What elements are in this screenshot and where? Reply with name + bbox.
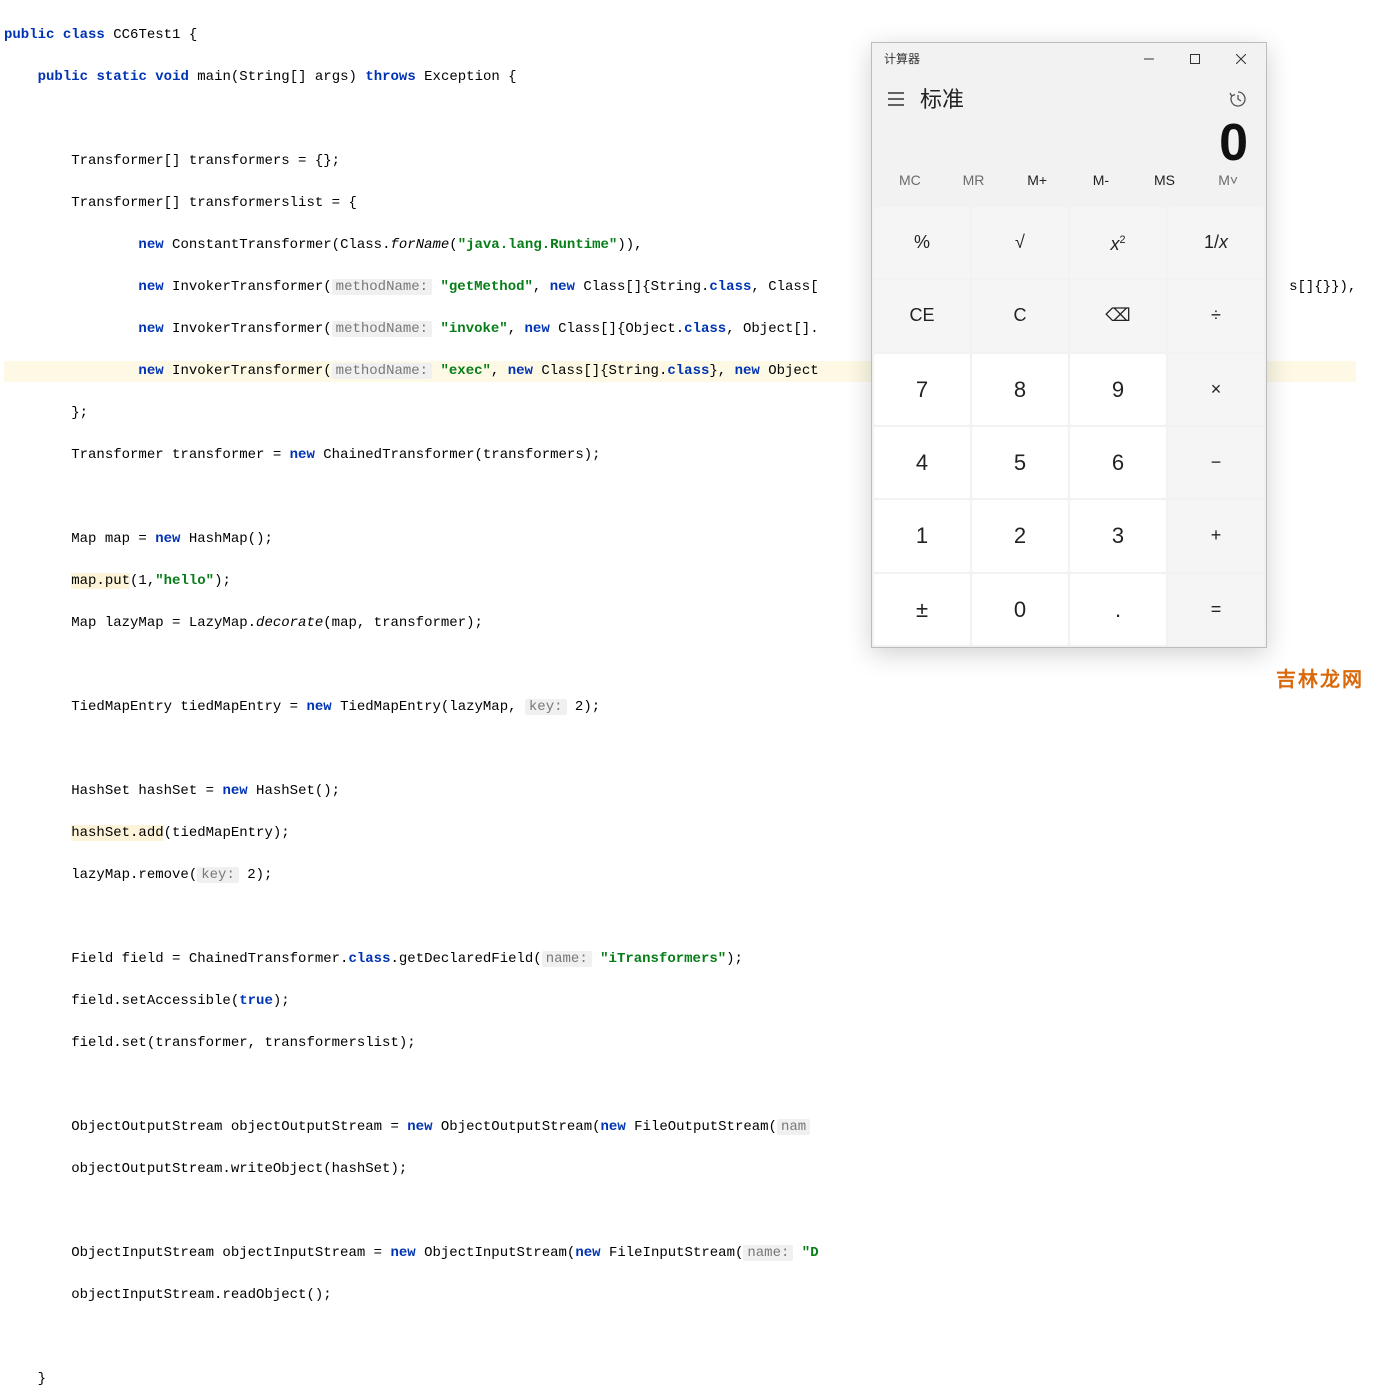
key-1[interactable]: 1 — [874, 500, 970, 571]
key-decimal[interactable]: . — [1070, 574, 1166, 645]
window-title: 计算器 — [884, 49, 1126, 70]
key-negate[interactable]: ± — [874, 574, 970, 645]
history-icon[interactable] — [1218, 79, 1258, 119]
key-subtract[interactable]: − — [1168, 427, 1264, 498]
calculator-window: 计算器 标准 0 MC MR M+ M- MS M˅ % √ x2 1/x CE… — [871, 42, 1267, 648]
maximize-button[interactable] — [1172, 43, 1218, 75]
mem-mdown: M˅ — [1196, 164, 1260, 197]
key-8[interactable]: 8 — [972, 354, 1068, 425]
watermark: 吉林龙网 — [1276, 670, 1364, 691]
key-2[interactable]: 2 — [972, 500, 1068, 571]
key-ce[interactable]: CE — [874, 280, 970, 351]
key-percent[interactable]: % — [874, 207, 970, 278]
key-c[interactable]: C — [972, 280, 1068, 351]
mem-ms[interactable]: MS — [1133, 164, 1197, 197]
mem-mminus[interactable]: M- — [1069, 164, 1133, 197]
param-hint: key: — [525, 699, 567, 715]
mem-mc: MC — [878, 164, 942, 197]
class-name: CC6Test1 — [113, 27, 180, 43]
display: 0 — [872, 123, 1266, 162]
key-4[interactable]: 4 — [874, 427, 970, 498]
key-7[interactable]: 7 — [874, 354, 970, 425]
key-5[interactable]: 5 — [972, 427, 1068, 498]
menu-icon[interactable] — [876, 79, 916, 119]
param-hint: methodName: — [332, 279, 432, 295]
mem-mr: MR — [942, 164, 1006, 197]
titlebar[interactable]: 计算器 — [872, 43, 1266, 75]
keyword: public — [4, 27, 54, 43]
key-sqrt[interactable]: √ — [972, 207, 1068, 278]
key-0[interactable]: 0 — [972, 574, 1068, 645]
mode-label: 标准 — [920, 89, 1218, 110]
close-button[interactable] — [1218, 43, 1264, 75]
key-equals[interactable]: = — [1168, 574, 1264, 645]
keypad: % √ x2 1/x CE C ⌫ ÷ 7 8 9 × 4 5 6 − 1 2 … — [872, 205, 1266, 647]
keyword: class — [63, 27, 105, 43]
param-hint: name: — [542, 951, 592, 967]
key-reciprocal[interactable]: 1/x — [1168, 207, 1264, 278]
key-backspace[interactable]: ⌫ — [1070, 280, 1166, 351]
param-hint: nam — [777, 1119, 810, 1135]
key-3[interactable]: 3 — [1070, 500, 1166, 571]
key-add[interactable]: + — [1168, 500, 1264, 571]
key-9[interactable]: 9 — [1070, 354, 1166, 425]
memory-row: MC MR M+ M- MS M˅ — [872, 162, 1266, 205]
key-square[interactable]: x2 — [1070, 207, 1166, 278]
minimize-button[interactable] — [1126, 43, 1172, 75]
key-divide[interactable]: ÷ — [1168, 280, 1264, 351]
param-hint: name: — [743, 1245, 793, 1261]
key-multiply[interactable]: × — [1168, 354, 1264, 425]
mem-mplus[interactable]: M+ — [1005, 164, 1069, 197]
key-6[interactable]: 6 — [1070, 427, 1166, 498]
param-hint: methodName: — [332, 321, 432, 337]
param-hint: methodName: — [332, 363, 432, 379]
param-hint: key: — [197, 867, 239, 883]
